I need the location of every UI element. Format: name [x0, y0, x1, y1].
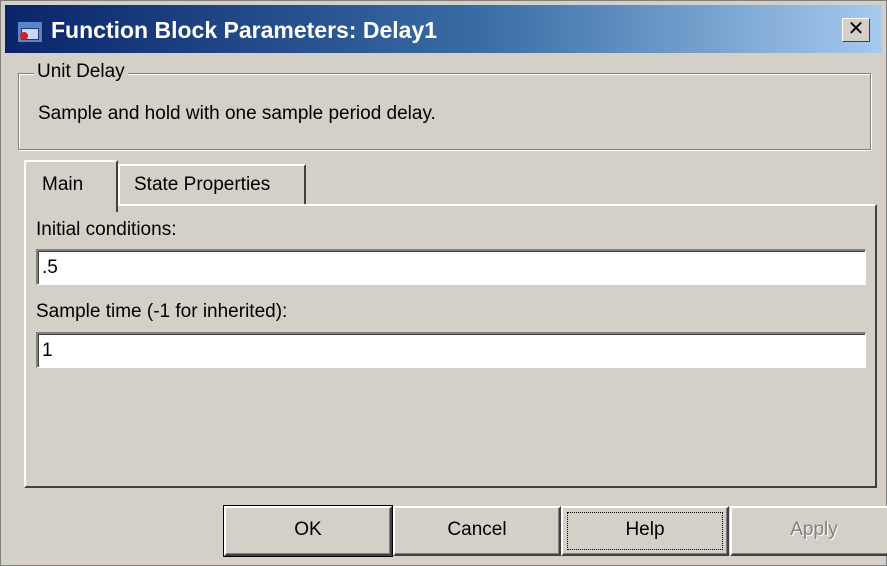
block-name: Unit Delay: [34, 61, 128, 83]
cancel-button[interactable]: Cancel: [393, 506, 561, 556]
apply-button[interactable]: Apply: [730, 506, 887, 556]
tab-main-label: Main: [42, 174, 84, 195]
help-button[interactable]: Help: [561, 506, 729, 556]
tab-main[interactable]: Main: [24, 160, 118, 212]
tab-state-properties[interactable]: State Properties: [118, 164, 306, 204]
sample-time-input[interactable]: [36, 332, 866, 368]
initial-conditions-label: Initial conditions:: [36, 219, 177, 240]
simulink-block-icon[interactable]: [17, 21, 43, 43]
close-icon: ✕: [847, 18, 865, 40]
apply-button-label: Apply: [790, 519, 838, 540]
help-button-label: Help: [625, 519, 665, 540]
close-button[interactable]: ✕: [842, 18, 870, 42]
block-description: Sample and hold with one sample period d…: [38, 103, 436, 124]
initial-conditions-input[interactable]: [36, 249, 866, 285]
title-bar[interactable]: Function Block Parameters: Delay1 ✕: [5, 5, 882, 53]
sample-time-label: Sample time (-1 for inherited):: [36, 301, 288, 322]
tab-state-properties-label: State Properties: [134, 174, 271, 195]
ok-button-label: OK: [294, 519, 322, 540]
window-title: Function Block Parameters: Delay1: [51, 17, 438, 43]
cancel-button-label: Cancel: [447, 519, 507, 540]
ok-button[interactable]: OK: [223, 505, 393, 557]
